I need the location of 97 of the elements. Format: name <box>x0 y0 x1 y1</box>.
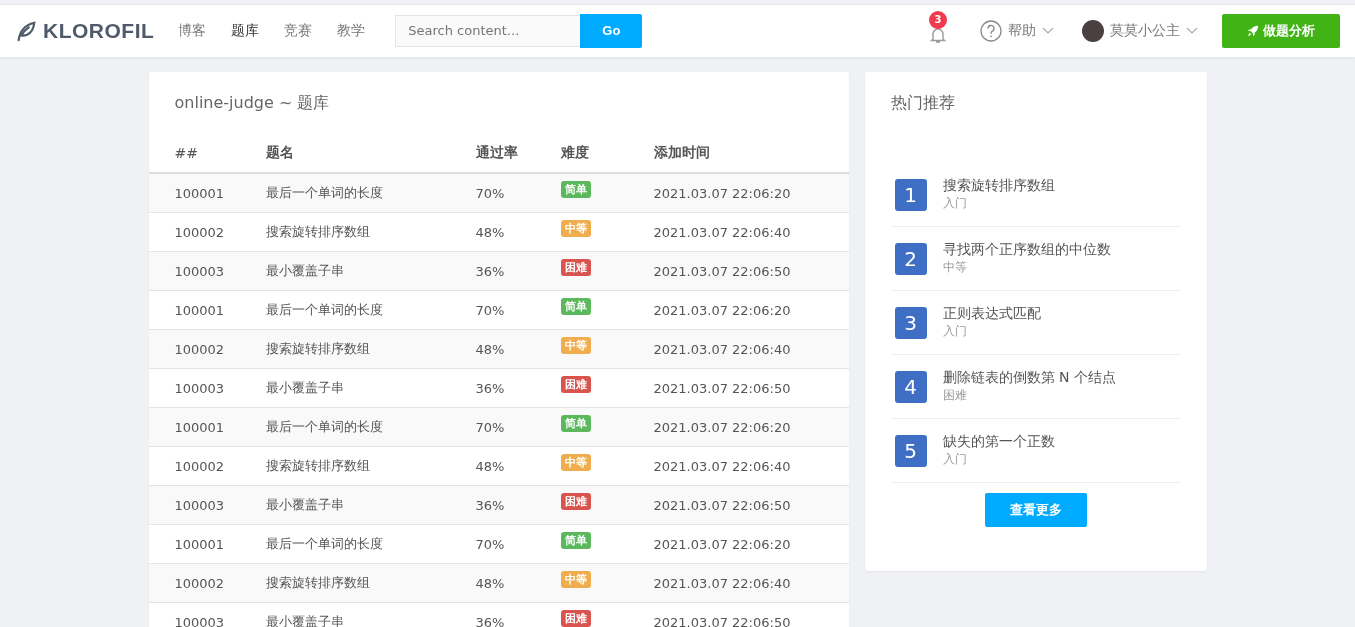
user-menu[interactable]: 莫莫小公主 <box>1110 22 1180 40</box>
table-cell-text: 2021.03.07 22:06:20 <box>653 419 792 435</box>
table-cell-text: 100003 <box>173 380 226 396</box>
nav-link[interactable]: 竞赛 <box>284 22 313 40</box>
table-cell-text: 2021.03.07 22:06:20 <box>653 185 792 201</box>
rocket-icon <box>1247 25 1259 37</box>
search-field[interactable]: Search content... <box>395 14 581 47</box>
difficulty-tag: 中等 <box>560 571 591 588</box>
help-menu[interactable]: 帮助 <box>1008 22 1036 40</box>
table-cell-text: 36% <box>475 614 506 627</box>
problem-link[interactable]: 最小覆盖子串 <box>265 379 476 397</box>
problem-link[interactable]: 最后一个单词的长度 <box>265 301 476 319</box>
table-cell-text: 2021.03.07 22:06:40 <box>653 458 792 474</box>
column-header: 难度 <box>560 144 590 162</box>
table-cell-text: 100003 <box>173 497 226 513</box>
difficulty-tag: 中等 <box>560 220 591 237</box>
problem-link[interactable]: 搜索旋转排序数组 <box>265 457 476 475</box>
difficulty-text: 中等 <box>942 259 968 276</box>
difficulty-tag: 困难 <box>560 610 591 627</box>
rank-badge: 3 <box>894 306 927 339</box>
table-cell-text: 100003 <box>173 263 226 279</box>
difficulty-text: 困难 <box>942 387 968 404</box>
table-cell-text: 70% <box>475 536 506 552</box>
table-cell-text: 70% <box>475 302 506 318</box>
nav-link[interactable]: 教学 <box>337 22 366 40</box>
difficulty-tag: 简单 <box>560 298 591 315</box>
difficulty-tag: 简单 <box>560 181 591 198</box>
table-cell-text: 36% <box>475 380 506 396</box>
difficulty-tag: 简单 <box>560 415 591 432</box>
table-cell-text: 36% <box>475 263 506 279</box>
table-cell-text: 48% <box>475 341 506 357</box>
problem-link[interactable]: 最小覆盖子串 <box>265 262 476 280</box>
table-cell-text: 100001 <box>173 302 226 318</box>
table-cell-text: 100003 <box>173 614 226 627</box>
difficulty-tag: 中等 <box>560 337 591 354</box>
table-cell-text: 48% <box>475 458 506 474</box>
notification-badge: 3 <box>929 11 947 29</box>
difficulty-text: 入门 <box>942 195 968 212</box>
leaf-icon <box>15 20 37 42</box>
logo-text: KLOROFIL <box>43 19 155 43</box>
difficulty-text: 入门 <box>942 323 968 340</box>
problem-link[interactable]: 最小覆盖子串 <box>265 613 476 627</box>
card-title: 热门推荐 <box>889 92 956 114</box>
rank-badge: 4 <box>894 370 927 403</box>
table-cell-text: 100002 <box>173 575 226 591</box>
problem-link[interactable]: 最后一个单词的长度 <box>265 418 476 436</box>
table-cell-text: 48% <box>475 224 506 240</box>
rank-badge: 1 <box>894 178 927 211</box>
table-cell-text: 70% <box>475 419 506 435</box>
table-cell-text: 2021.03.07 22:06:40 <box>653 341 792 357</box>
chevron-down-icon <box>1186 27 1198 35</box>
problem-link[interactable]: 寻找两个正序数组的中位数 <box>942 241 1111 259</box>
table-cell-text: 2021.03.07 22:06:50 <box>653 263 792 279</box>
difficulty-tag: 困难 <box>560 376 591 393</box>
rank-badge: 5 <box>894 434 927 467</box>
avatar <box>1082 20 1104 42</box>
column-header: 题名 <box>265 144 295 162</box>
table-cell-text: 2021.03.07 22:06:50 <box>653 380 792 396</box>
difficulty-text: 入门 <box>942 451 968 468</box>
problem-link[interactable]: 正则表达式匹配 <box>942 305 1041 323</box>
problem-link[interactable]: 搜索旋转排序数组 <box>265 574 476 592</box>
help-icon <box>980 20 1002 42</box>
table-cell-text: 100001 <box>173 536 226 552</box>
table-cell-text: 100002 <box>173 224 226 240</box>
problem-link[interactable]: 最后一个单词的长度 <box>265 535 476 553</box>
table-cell-text: 2021.03.07 22:06:50 <box>653 614 792 627</box>
problem-link[interactable]: 最小覆盖子串 <box>265 496 476 514</box>
difficulty-tag: 简单 <box>560 532 591 549</box>
difficulty-tag: 困难 <box>560 493 591 510</box>
table-cell-text: 2021.03.07 22:06:50 <box>653 497 792 513</box>
nav-link[interactable]: 题库 <box>231 22 260 40</box>
table-cell-text: 70% <box>475 185 506 201</box>
table-cell-text: 100001 <box>173 185 226 201</box>
problem-link[interactable]: 缺失的第一个正数 <box>942 433 1055 451</box>
problem-link[interactable]: 最后一个单词的长度 <box>265 184 476 202</box>
problem-link[interactable]: 搜索旋转排序数组 <box>942 177 1055 195</box>
difficulty-tag: 中等 <box>560 454 591 471</box>
problem-link[interactable]: 删除链表的倒数第 N 个结点 <box>942 369 1116 387</box>
table-cell-text: 48% <box>475 575 506 591</box>
card-title: online-judge ~ 题库 <box>173 92 331 114</box>
problem-link[interactable]: 搜索旋转排序数组 <box>265 223 476 241</box>
column-header: 通过率 <box>475 144 519 162</box>
problem-link[interactable]: 搜索旋转排序数组 <box>265 340 476 358</box>
rank-badge: 2 <box>894 242 927 275</box>
nav-link[interactable]: 博客 <box>178 22 207 40</box>
column-header: ## <box>173 145 199 161</box>
table-cell-text: 2021.03.07 22:06:20 <box>653 536 792 552</box>
table-cell-text: 36% <box>475 497 506 513</box>
table-cell-text: 100001 <box>173 419 226 435</box>
table-cell-text: 2021.03.07 22:06:40 <box>653 224 792 240</box>
table-cell-text: 2021.03.07 22:06:40 <box>653 575 792 591</box>
difficulty-tag: 困难 <box>560 259 591 276</box>
column-header: 添加时间 <box>653 144 711 162</box>
table-cell-text: 2021.03.07 22:06:20 <box>653 302 792 318</box>
table-cell-text: 100002 <box>173 341 226 357</box>
table-cell-text: 100002 <box>173 458 226 474</box>
chevron-down-icon <box>1042 27 1054 35</box>
